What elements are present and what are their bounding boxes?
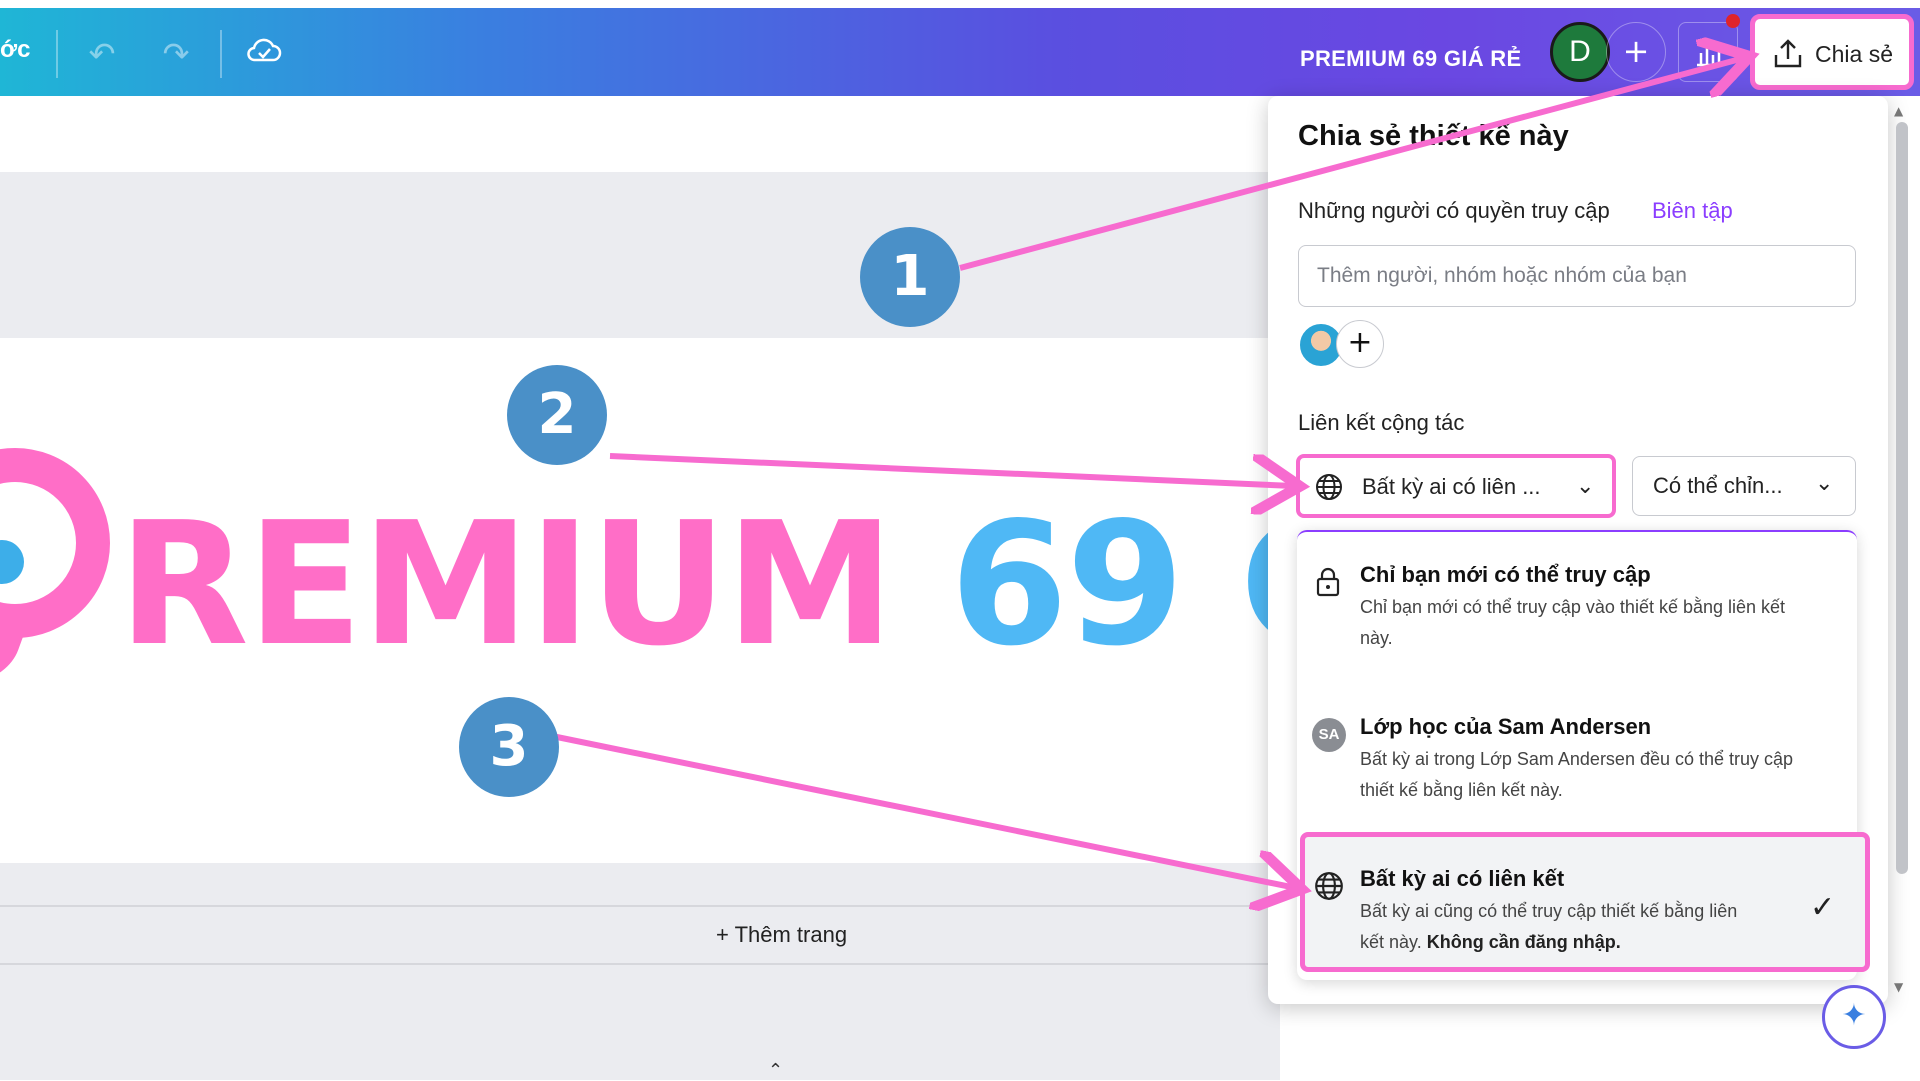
class-badge: SA <box>1312 718 1346 752</box>
globe-icon <box>1315 872 1343 900</box>
collab-link-label: Liên kết cộng tác <box>1298 410 1465 435</box>
redo-icon[interactable]: ↷ <box>156 36 196 72</box>
option-desc: Bất kỳ ai cũng có thể truy cập thiết kế … <box>1360 901 1738 921</box>
option-title: Lớp học của Sam Andersen <box>1360 714 1652 739</box>
globe-icon <box>1316 474 1342 500</box>
cloud-check-icon <box>247 38 282 62</box>
bar-chart-icon <box>1697 43 1721 67</box>
option-title: Chỉ bạn mới có thể truy cập <box>1360 562 1651 587</box>
permission-value: Có thể chỉn... <box>1653 473 1783 498</box>
add-collaborator-button[interactable]: + <box>1606 22 1666 82</box>
chevron-up-icon[interactable]: ⌃ <box>768 1060 783 1081</box>
design-headline[interactable]: REMIUM 69 GI <box>118 500 1440 670</box>
undo-icon[interactable]: ↶ <box>82 36 122 72</box>
option-desc: Chỉ bạn mới có thể truy cập vào thiết kế… <box>1360 597 1786 617</box>
canvas-background-bottom <box>0 863 1280 1080</box>
scroll-thumb[interactable] <box>1896 122 1908 874</box>
toolbar-divider <box>220 30 222 78</box>
step-2-badge: 2 <box>507 365 607 465</box>
link-access-value: Bất kỳ ai có liên ... <box>1362 474 1541 499</box>
option-desc: thiết kế bằng liên kết này. <box>1360 780 1563 800</box>
step-1-badge: 1 <box>860 227 960 327</box>
option-title: Bất kỳ ai có liên kết <box>1360 866 1565 891</box>
option-desc: Bất kỳ ai trong Lớp Sam Andersen đều có … <box>1360 749 1794 769</box>
option-desc-prefix: kết này. <box>1360 932 1422 952</box>
chevron-down-icon: ⌄ <box>1576 474 1595 499</box>
add-page-button[interactable]: + Thêm trang <box>716 922 847 948</box>
toolbar-menu-fragment[interactable]: ớc <box>0 36 30 64</box>
access-label: Những người có quyền truy cập <box>1298 198 1610 223</box>
lock-icon <box>1316 567 1340 597</box>
checkmark-icon: ✓ <box>1810 890 1836 925</box>
insights-button[interactable] <box>1678 22 1738 82</box>
permission-dropdown[interactable]: Có thể chỉn... ⌄ <box>1632 456 1856 516</box>
share-panel-title: Chia sẻ thiết kế này <box>1298 120 1569 152</box>
edit-access-link[interactable]: Biên tập <box>1652 198 1733 224</box>
magic-assistant-button[interactable]: ✦ <box>1822 985 1886 1049</box>
scroll-up-icon[interactable]: ▲ <box>1894 104 1903 118</box>
add-person-button[interactable]: + <box>1336 320 1384 368</box>
design-title[interactable]: PREMIUM 69 GIÁ RẺ <box>1300 46 1521 72</box>
option-desc-bold: Không cần đăng nhập. <box>1426 932 1621 952</box>
chevron-down-icon: ⌄ <box>1815 471 1834 496</box>
share-upload-icon <box>1774 39 1802 68</box>
share-button[interactable]: Chia sẻ <box>1750 14 1914 90</box>
user-avatar[interactable]: D <box>1550 22 1610 82</box>
option-desc: này. <box>1360 628 1393 648</box>
notification-dot <box>1726 14 1740 28</box>
step-3-badge: 3 <box>459 697 559 797</box>
toolbar-divider <box>56 30 58 78</box>
link-access-dropdown[interactable]: Bất kỳ ai có liên ... ⌄ <box>1296 454 1616 518</box>
add-people-input[interactable] <box>1298 245 1856 307</box>
headline-pink-text: REMIUM <box>118 486 895 684</box>
canvas-background <box>0 172 1280 338</box>
option-desc-line2: kết này. Không cần đăng nhập. <box>1360 927 1621 958</box>
scroll-down-icon[interactable]: ▼ <box>1894 980 1903 994</box>
share-button-label: Chia sẻ <box>1815 41 1893 67</box>
cloud-saved-icon[interactable] <box>244 36 284 72</box>
